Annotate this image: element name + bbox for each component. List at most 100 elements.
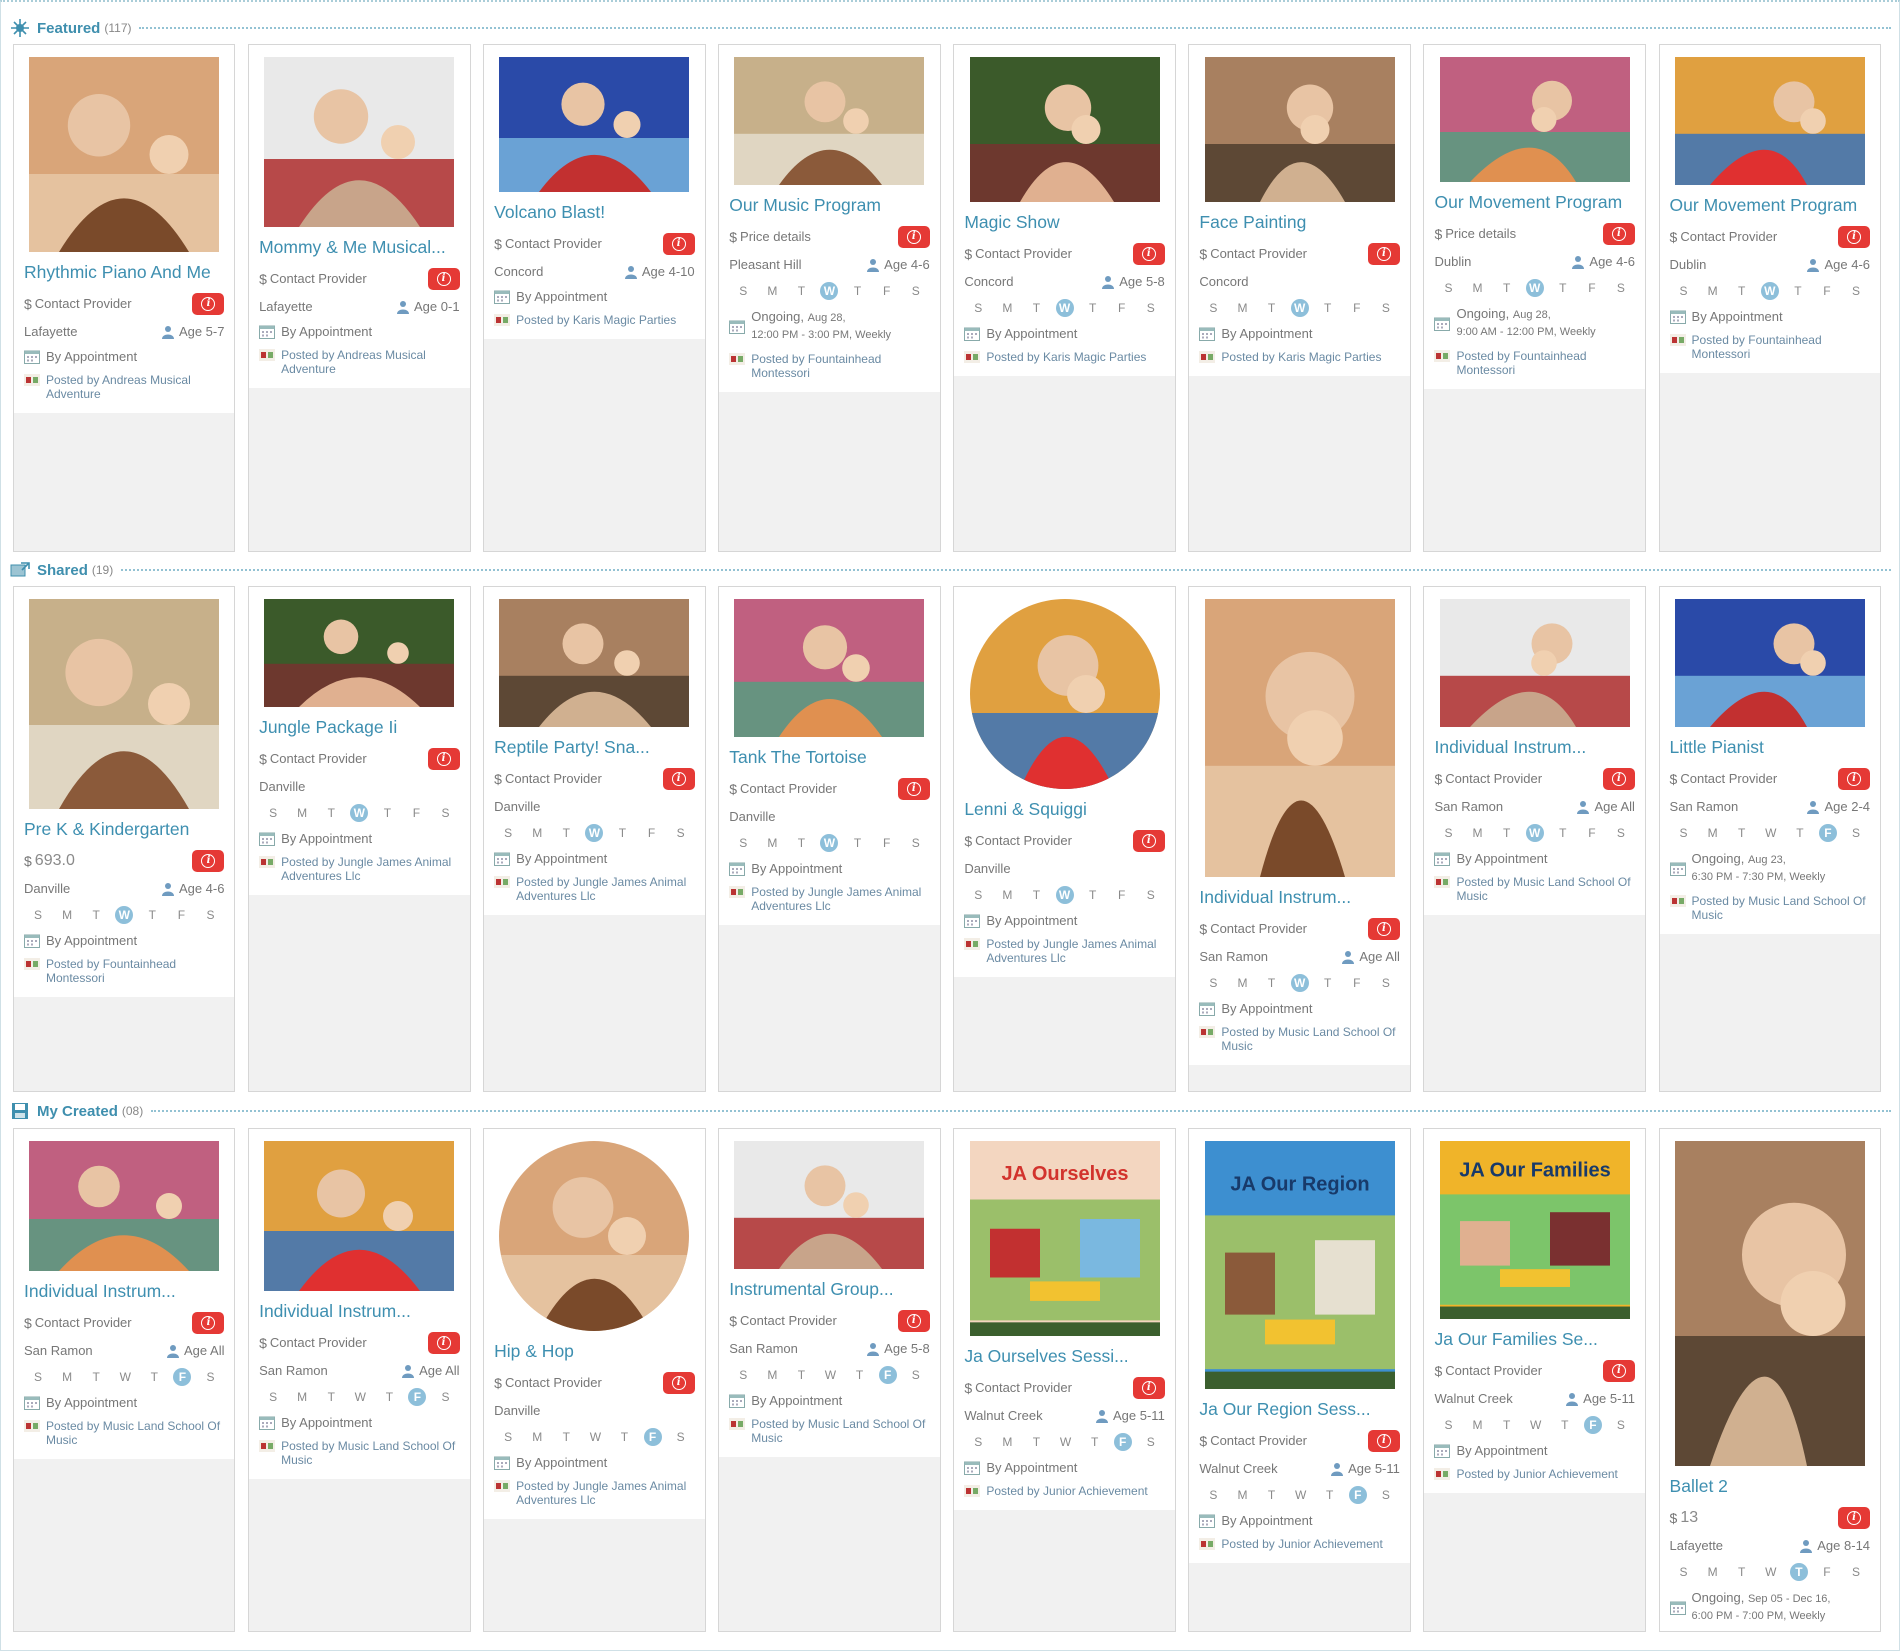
- activity-image[interactable]: [734, 1141, 925, 1269]
- posted-by[interactable]: Posted by Andreas Musical Adventure: [259, 348, 459, 376]
- activity-card[interactable]: Little Pianist $ Contact Provider i San Ramo…: [1658, 586, 1882, 1092]
- activity-image[interactable]: JA Ourselves: [969, 1141, 1160, 1336]
- info-button[interactable]: i: [1602, 768, 1635, 790]
- info-button[interactable]: i: [1132, 1377, 1165, 1399]
- activity-card[interactable]: Reptile Party! Sna... $ Contact Provider i D…: [483, 586, 706, 1092]
- posted-by-text[interactable]: Posted by Jungle James Animal Adventures…: [986, 937, 1164, 965]
- posted-by[interactable]: Posted by Junior Achievement: [964, 1484, 1164, 1498]
- section-header-shared[interactable]: Shared (19): [9, 558, 1891, 582]
- activity-title[interactable]: Rhythmic Piano And Me: [24, 262, 224, 283]
- activity-card[interactable]: JA Our Region Ja Our Region Sess... $ Conta…: [1188, 1128, 1411, 1632]
- posted-by[interactable]: Posted by Jungle James Animal Adventures…: [964, 937, 1164, 965]
- info-button[interactable]: i: [1602, 223, 1635, 245]
- posted-by-text[interactable]: Posted by Music Land School Of Music: [281, 1439, 459, 1467]
- activity-card[interactable]: Our Music Program $ Price details i Pleasant…: [718, 44, 941, 552]
- activity-card[interactable]: Magic Show $ Contact Provider i Concord Age 5…: [953, 44, 1176, 552]
- posted-by[interactable]: Posted by Music Land School Of Music: [259, 1439, 459, 1467]
- activity-title[interactable]: Instrumental Group...: [729, 1279, 929, 1300]
- activity-image[interactable]: [1674, 599, 1865, 727]
- posted-by[interactable]: Posted by Junior Achievement: [1434, 1467, 1634, 1481]
- activity-image[interactable]: [29, 57, 220, 252]
- posted-by[interactable]: Posted by Music Land School Of Music: [1669, 894, 1870, 922]
- activity-image[interactable]: [29, 1141, 220, 1271]
- posted-by[interactable]: Posted by Junior Achievement: [1199, 1537, 1399, 1551]
- activity-card[interactable]: Our Movement Program $ Contact Provider i Du…: [1658, 44, 1882, 552]
- posted-by-text[interactable]: Posted by Karis Magic Parties: [516, 313, 676, 327]
- posted-by[interactable]: Posted by Fountainhead Montessori: [1669, 333, 1870, 361]
- activity-image[interactable]: [734, 57, 925, 185]
- posted-by-text[interactable]: Posted by Jungle James Animal Adventures…: [516, 1479, 694, 1507]
- activity-image[interactable]: [1204, 599, 1395, 877]
- posted-by[interactable]: Posted by Fountainhead Montessori: [24, 957, 224, 985]
- activity-card[interactable]: Our Movement Program $ Price details i Dubli…: [1423, 44, 1646, 552]
- activity-title[interactable]: Mommy & Me Musical...: [259, 237, 459, 258]
- activity-title[interactable]: Our Movement Program: [1670, 195, 1870, 216]
- info-button[interactable]: i: [427, 748, 460, 770]
- activity-title[interactable]: Hip & Hop: [494, 1341, 694, 1362]
- info-button[interactable]: i: [1602, 1360, 1635, 1382]
- activity-card[interactable]: Individual Instrum... $ Contact Provider i S…: [13, 1128, 236, 1632]
- posted-by[interactable]: Posted by Andreas Musical Adventure: [24, 373, 224, 401]
- activity-image[interactable]: [969, 57, 1160, 202]
- info-button[interactable]: i: [192, 293, 225, 315]
- posted-by[interactable]: Posted by Music Land School Of Music: [1199, 1025, 1399, 1053]
- activity-image[interactable]: [264, 599, 455, 707]
- activity-card[interactable]: Jungle Package Ii $ Contact Provider i Danvi…: [248, 586, 471, 1092]
- info-button[interactable]: i: [1838, 226, 1871, 248]
- posted-by-text[interactable]: Posted by Jungle James Animal Adventures…: [751, 885, 929, 913]
- activity-image[interactable]: JA Our Region: [1204, 1141, 1395, 1389]
- posted-by[interactable]: Posted by Karis Magic Parties: [494, 313, 694, 327]
- posted-by-text[interactable]: Posted by Fountainhead Montessori: [46, 957, 224, 985]
- activity-image[interactable]: [1439, 599, 1630, 727]
- activity-title[interactable]: Lenni & Squiggi: [964, 799, 1164, 820]
- posted-by-text[interactable]: Posted by Junior Achievement: [986, 1484, 1147, 1498]
- activity-image[interactable]: [1439, 57, 1630, 182]
- info-button[interactable]: i: [897, 226, 930, 248]
- posted-by[interactable]: Posted by Music Land School Of Music: [24, 1419, 224, 1447]
- activity-title[interactable]: Tank The Tortoise: [729, 747, 929, 768]
- activity-card[interactable]: Face Painting $ Contact Provider i Concord S M…: [1188, 44, 1411, 552]
- activity-card[interactable]: Ballet 2 $13 i Lafayette Age 8-14 S M T W T F S Ongo…: [1658, 1128, 1882, 1632]
- posted-by-text[interactable]: Posted by Fountainhead Montessori: [1456, 349, 1634, 377]
- activity-card[interactable]: JA Our Families Ja Our Families Se... $ Con…: [1423, 1128, 1646, 1632]
- posted-by-text[interactable]: Posted by Karis Magic Parties: [986, 350, 1146, 364]
- activity-title[interactable]: Volcano Blast!: [494, 202, 694, 223]
- posted-by[interactable]: Posted by Fountainhead Montessori: [1434, 349, 1634, 377]
- info-button[interactable]: i: [1367, 243, 1400, 265]
- activity-card[interactable]: Individual Instrum... $ Contact Provider i S…: [1188, 586, 1411, 1092]
- posted-by-text[interactable]: Posted by Music Land School Of Music: [751, 1417, 929, 1445]
- info-button[interactable]: i: [662, 1372, 695, 1394]
- activity-image[interactable]: [264, 1141, 455, 1291]
- activity-title[interactable]: Individual Instrum...: [1434, 737, 1634, 758]
- activity-image[interactable]: [1204, 57, 1395, 202]
- activity-title[interactable]: Our Music Program: [729, 195, 929, 216]
- posted-by[interactable]: Posted by Karis Magic Parties: [1199, 350, 1399, 364]
- posted-by-text[interactable]: Posted by Fountainhead Montessori: [751, 352, 929, 380]
- posted-by-text[interactable]: Posted by Jungle James Animal Adventures…: [516, 875, 694, 903]
- activity-image[interactable]: [969, 599, 1160, 789]
- posted-by-text[interactable]: Posted by Music Land School Of Music: [46, 1419, 224, 1447]
- activity-image[interactable]: JA Our Families: [1439, 1141, 1630, 1319]
- activity-title[interactable]: Ja Ourselves Sessi...: [964, 1346, 1164, 1367]
- info-button[interactable]: i: [427, 268, 460, 290]
- activity-card[interactable]: Instrumental Group... $ Contact Provider i S…: [718, 1128, 941, 1632]
- activity-title[interactable]: Individual Instrum...: [24, 1281, 224, 1302]
- activity-image[interactable]: [29, 599, 220, 809]
- posted-by[interactable]: Posted by Jungle James Animal Adventures…: [494, 875, 694, 903]
- posted-by-text[interactable]: Posted by Jungle James Animal Adventures…: [281, 855, 459, 883]
- info-button[interactable]: i: [897, 778, 930, 800]
- activity-title[interactable]: Our Movement Program: [1434, 192, 1634, 213]
- info-button[interactable]: i: [1132, 830, 1165, 852]
- activity-card[interactable]: Tank The Tortoise $ Contact Provider i Danvi…: [718, 586, 941, 1092]
- info-button[interactable]: i: [192, 850, 225, 872]
- posted-by-text[interactable]: Posted by Fountainhead Montessori: [1692, 333, 1870, 361]
- posted-by-text[interactable]: Posted by Junior Achievement: [1221, 1537, 1382, 1551]
- posted-by-text[interactable]: Posted by Music Land School Of Music: [1221, 1025, 1399, 1053]
- activity-image[interactable]: [499, 599, 690, 727]
- posted-by[interactable]: Posted by Music Land School Of Music: [1434, 875, 1634, 903]
- activity-title[interactable]: Ja Our Region Sess...: [1199, 1399, 1399, 1420]
- activity-title[interactable]: Individual Instrum...: [259, 1301, 459, 1322]
- posted-by-text[interactable]: Posted by Junior Achievement: [1456, 1467, 1617, 1481]
- activity-card[interactable]: Pre K & Kindergarten $693.0 i Danville Age 4…: [13, 586, 236, 1092]
- info-button[interactable]: i: [427, 1332, 460, 1354]
